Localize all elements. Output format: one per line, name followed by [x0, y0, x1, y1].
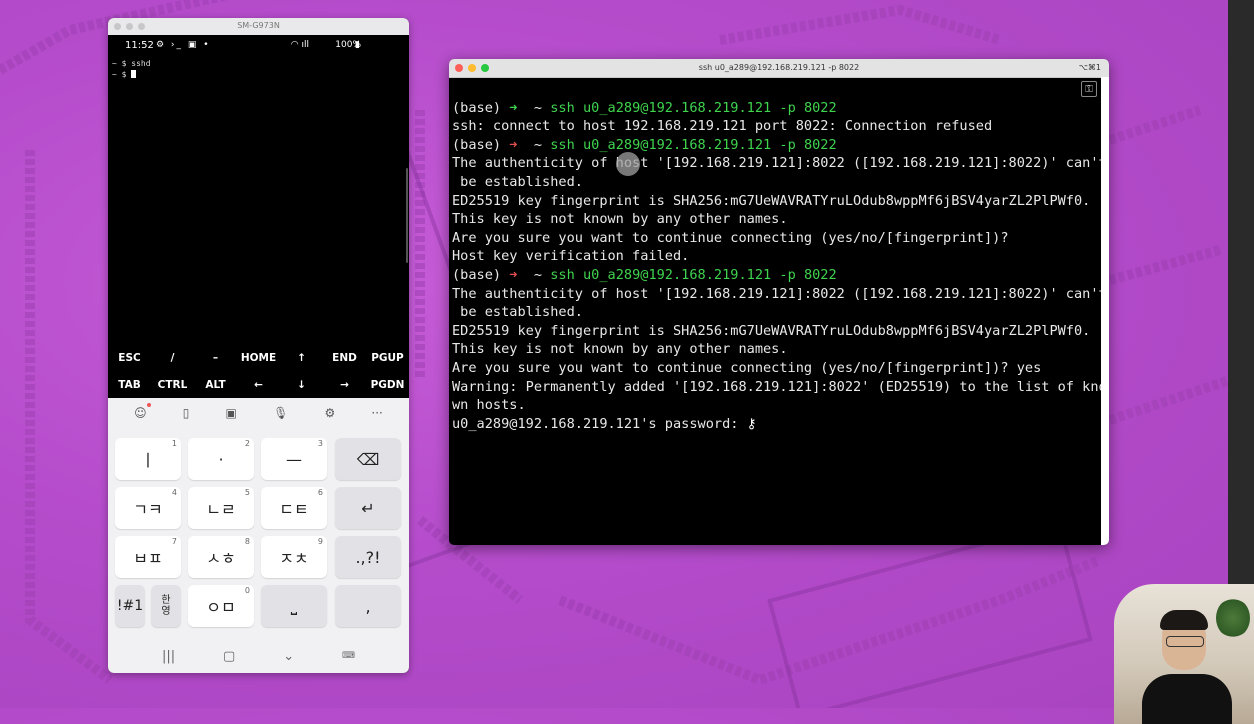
keyboard-switch-icon[interactable]: ⌨: [342, 651, 355, 661]
password-key-cursor-icon: ⚷: [746, 415, 757, 432]
phone-terminal-line: ~ $: [112, 69, 409, 80]
extra-key-right[interactable]: →: [323, 379, 366, 391]
prompt-line: (base) ➜ ~ ssh u0_a289@192.168.219.121 -…: [452, 266, 837, 283]
extra-key-alt[interactable]: ALT: [194, 379, 237, 391]
extra-key-home[interactable]: HOME: [237, 352, 280, 364]
phone-terminal-line: ~ $ sshd: [112, 59, 151, 68]
prompt-line: (base) ➜ ~ ssh u0_a289@192.168.219.121 -…: [452, 136, 837, 153]
extra-key-left[interactable]: ←: [237, 379, 280, 391]
android-nav-bar: ||| ▢ ⌄ ⌨: [108, 639, 409, 673]
key-3[interactable]: —3: [261, 438, 327, 480]
terminal-titlebar[interactable]: ssh u0_a289@192.168.219.121 -p 8022 ⌥⌘1: [449, 59, 1109, 78]
phone-terminal[interactable]: ~ $ sshd ~ $: [108, 55, 409, 328]
backspace-icon: ⌫: [356, 449, 380, 469]
phone-scrollbar[interactable]: [406, 168, 408, 263]
extra-key-esc[interactable]: ESC: [108, 352, 151, 364]
output-line: This key is not known by any other names…: [452, 211, 788, 228]
phone-cursor: [131, 70, 137, 78]
phone-window-title: SM-G973N: [237, 21, 280, 30]
notification-icons: ⚙ ›_ ▣ •: [156, 40, 211, 50]
phone-status-bar: 11:52 ⚙ ›_ ▣ • ◠ ıll 100% ▮: [108, 35, 409, 55]
battery-icon: ▮: [355, 40, 360, 50]
space-icon: ⎵: [290, 596, 298, 615]
terminal-title: ssh u0_a289@192.168.219.121 -p 8022: [698, 63, 860, 72]
recents-icon[interactable]: |||: [162, 649, 175, 664]
phone-titlebar[interactable]: SM-G973N: [108, 18, 409, 35]
output-line: Are you sure you want to continue connec…: [452, 359, 1042, 376]
key-9[interactable]: ㅈㅊ 9: [261, 536, 327, 578]
key-0[interactable]: ㅇㅁ 0: [188, 585, 254, 627]
key-4[interactable]: ㄱㅋ 4: [115, 487, 181, 529]
presenter-hair: [1160, 610, 1208, 630]
output-line: ssh: connect to host 192.168.219.121 por…: [452, 118, 993, 135]
presenter-body: [1142, 674, 1232, 724]
emoji-icon[interactable]: ☺: [134, 403, 151, 420]
key-8[interactable]: ㅅㅎ 8: [188, 536, 254, 578]
terminal-output[interactable]: (base) ➜ ~ ssh u0_a289@192.168.219.121 -…: [449, 78, 1109, 470]
phone-mirror-window[interactable]: SM-G973N 11:52 ⚙ ›_ ▣ • ◠ ıll 100% ▮ ~ $…: [108, 18, 409, 673]
clipboard-icon[interactable]: ▯: [183, 406, 190, 420]
korean-keyboard: ☺ ▯ ▣ 🎙 ⚙ ··· 丨1 · 2 —3 ⌫ ㄱㅋ 4 ㄴㄹ 5 ㄷㅌ 6 ↵ ㅂ…: [108, 398, 409, 673]
comma-key[interactable]: ,: [335, 585, 401, 627]
presenter-glasses: [1166, 636, 1204, 647]
extra-key-pgdn[interactable]: PGDN: [366, 379, 409, 391]
extra-key-up[interactable]: ↑: [280, 352, 323, 364]
extra-key-pgup[interactable]: PGUP: [366, 352, 409, 364]
key-6[interactable]: ㄷㅌ 6: [261, 487, 327, 529]
password-prompt-line: u0_a289@192.168.219.121's password: ⚷: [452, 415, 757, 432]
output-line: be established.: [452, 173, 583, 190]
mic-icon[interactable]: 🎙: [273, 406, 288, 420]
prompt-line: (base) ➜ ~ ssh u0_a289@192.168.219.121 -…: [452, 99, 837, 116]
status-time: 11:52: [125, 40, 154, 51]
output-line: Are you sure you want to continue connec…: [452, 229, 1009, 246]
terminal-scrollbar[interactable]: [1101, 77, 1109, 545]
extra-key-slash[interactable]: /: [151, 352, 194, 364]
screen-icon[interactable]: ▣: [226, 406, 237, 420]
output-line: This key is not known by any other names…: [452, 341, 788, 358]
enter-key[interactable]: ↵: [335, 487, 401, 529]
backspace-key[interactable]: ⌫: [335, 438, 401, 480]
symbols-key[interactable]: !#1: [115, 585, 145, 627]
key-2[interactable]: · 2: [188, 438, 254, 480]
output-line: The authenticity of host '[192.168.219.1…: [452, 155, 1107, 172]
webcam-overlay: [1114, 584, 1254, 724]
extra-key-down[interactable]: ↓: [280, 379, 323, 391]
keyboard-toolbar: ☺ ▯ ▣ 🎙 ⚙ ···: [108, 398, 409, 428]
space-key[interactable]: ⎵: [261, 585, 327, 627]
back-icon[interactable]: ⌄: [283, 649, 294, 664]
output-line: ED25519 key fingerprint is SHA256:mG7UeW…: [452, 322, 1091, 339]
extra-key-ctrl[interactable]: CTRL: [151, 379, 194, 391]
language-toggle-key[interactable]: 한영: [151, 585, 181, 627]
touch-indicator: [616, 152, 640, 176]
extra-key-dash[interactable]: –: [194, 352, 237, 364]
more-icon[interactable]: ···: [371, 406, 382, 420]
termux-extra-keys: ESC / – HOME ↑ END PGUP TAB CTRL ALT ← ↓…: [108, 344, 409, 398]
extra-key-tab[interactable]: TAB: [108, 379, 151, 391]
wifi-signal-icon: ◠ ıll: [290, 40, 309, 50]
enter-icon: ↵: [361, 498, 375, 518]
output-line: Warning: Permanently added '[192.168.219…: [452, 378, 1107, 395]
output-line: be established.: [452, 304, 583, 321]
key-1[interactable]: 丨1: [115, 438, 181, 480]
output-line: The authenticity of host '[192.168.219.1…: [452, 285, 1107, 302]
plant-decor: [1216, 598, 1250, 638]
key-5[interactable]: ㄴㄹ 5: [188, 487, 254, 529]
home-icon[interactable]: ▢: [223, 649, 235, 664]
punct-key[interactable]: .,?!: [335, 536, 401, 578]
output-line: Host key verification failed.: [452, 248, 690, 265]
output-line: wn hosts.: [452, 397, 526, 414]
terminal-window[interactable]: ssh u0_a289@192.168.219.121 -p 8022 ⌥⌘1 …: [449, 59, 1109, 545]
gear-icon[interactable]: ⚙: [324, 406, 335, 420]
terminal-shortcut: ⌥⌘1: [1078, 63, 1101, 72]
extra-key-end[interactable]: END: [323, 352, 366, 364]
key-icon[interactable]: ⚿: [1081, 81, 1097, 97]
key-7[interactable]: ㅂㅍ 7: [115, 536, 181, 578]
output-line: ED25519 key fingerprint is SHA256:mG7UeW…: [452, 192, 1091, 209]
